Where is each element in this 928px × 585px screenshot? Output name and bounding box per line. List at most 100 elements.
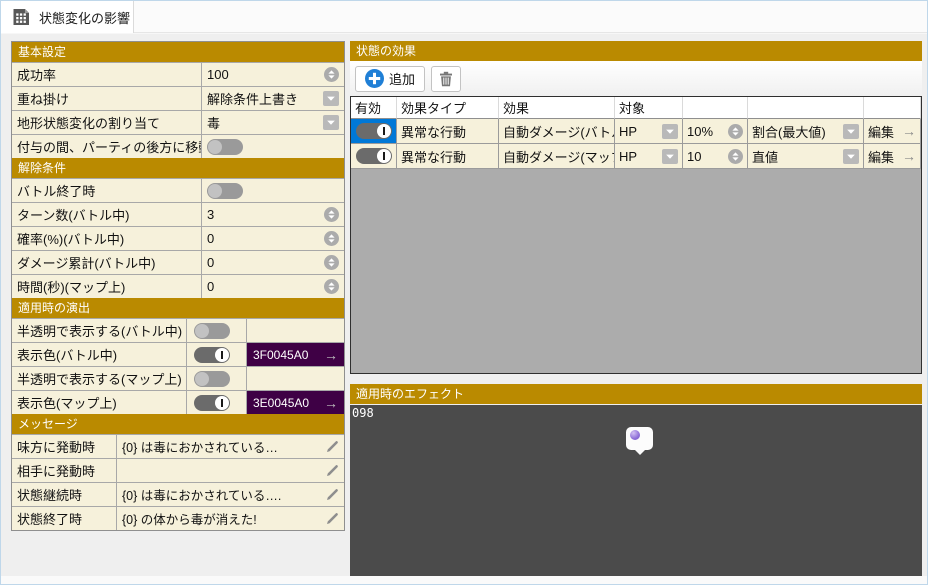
row-label: 味方に発動時 xyxy=(12,435,116,458)
enabled-cell[interactable] xyxy=(351,144,397,169)
color-value: 3F0045A0 xyxy=(253,348,308,362)
calc-dropdown[interactable]: 直値 xyxy=(748,144,864,169)
up-down-spinner-icon xyxy=(728,124,743,139)
add-effect-button[interactable]: 追加 xyxy=(355,66,425,92)
toggle-off[interactable] xyxy=(207,139,243,155)
settings-row: 成功率100 xyxy=(12,62,344,86)
settings-row: 重ね掛け解除条件上書き xyxy=(12,86,344,110)
amount-spinner[interactable]: 10 xyxy=(683,144,748,169)
enabled-cell[interactable] xyxy=(351,119,397,144)
settings-row: 確率(%)(バトル中)0 xyxy=(12,226,344,250)
color-swatch[interactable]: 3E0045A0 → xyxy=(246,391,344,414)
color-swatch[interactable]: 3F0045A0→ xyxy=(246,343,344,366)
dropdown-field[interactable]: 解除条件上書き xyxy=(201,87,344,110)
delete-effect-button[interactable] xyxy=(431,66,461,92)
up-down-spinner-icon xyxy=(728,149,743,164)
row-label: 半透明で表示する(マップ上) xyxy=(12,367,186,390)
target-dropdown[interactable]: HP xyxy=(615,144,683,169)
row-label: 相手に発動時 xyxy=(12,459,116,482)
row-label: 状態終了時 xyxy=(12,507,116,530)
settings-row: 相手に発動時 xyxy=(12,458,344,482)
settings-row: 状態終了時{0} の体から毒が消えた! xyxy=(12,506,344,530)
effect-type-cell: 異常な行動 xyxy=(397,119,499,144)
toggle-cell xyxy=(186,343,246,366)
effects-table: 有効効果タイプ効果対象異常な行動自動ダメージ(バトル中)HP10%割合(最大値)… xyxy=(350,96,922,374)
settings-row: 地形状態変化の割り当て毒 xyxy=(12,110,344,134)
dropdown-arrow-icon xyxy=(323,115,339,130)
arrow-right-icon: → xyxy=(324,395,338,411)
edit-label: 編集 xyxy=(868,122,894,141)
applied-effect-panel-header: 適用時のエフェクト xyxy=(350,384,922,404)
toggle-off[interactable] xyxy=(207,183,243,199)
effect-row[interactable]: 異常な行動自動ダメージ(マップ上)HP10直値編集→ xyxy=(351,144,921,169)
settings-row: 付与の間、パーティの後方に移動 xyxy=(12,134,344,158)
number-field[interactable]: 100 xyxy=(201,63,344,86)
message-field[interactable]: {0} は毒におかされている… xyxy=(116,435,344,458)
column-header: 有効 xyxy=(351,97,397,119)
toggle-cell xyxy=(186,319,246,342)
toggle-knob xyxy=(215,348,229,362)
settings-row: 状態継続時 {0} は毒におかされている…. xyxy=(12,482,344,506)
message-field[interactable]: {0} の体から毒が消えた! xyxy=(116,507,344,530)
toggle-off[interactable] xyxy=(194,323,230,339)
row-label: ターン数(バトル中) xyxy=(12,203,201,226)
number-field[interactable]: 3 xyxy=(201,203,344,226)
amount-value: 10% xyxy=(687,124,713,139)
effect-cell: 自動ダメージ(マップ上) xyxy=(499,144,615,169)
settings-row: バトル終了時 xyxy=(12,178,344,202)
effect-row[interactable]: 異常な行動自動ダメージ(バトル中)HP 10% 割合(最大値) 編集 → xyxy=(351,119,921,144)
edit-button[interactable]: 編集→ xyxy=(864,144,921,169)
effects-toolbar: 追加 xyxy=(350,61,922,96)
toggle-off[interactable] xyxy=(194,371,230,387)
toggle-knob xyxy=(208,184,222,198)
column-header: 効果タイプ xyxy=(397,97,499,119)
color-value: 3E0045A0 xyxy=(253,396,309,410)
settings-row: 半透明で表示する(マップ上) xyxy=(12,366,344,390)
number-field[interactable]: 0 xyxy=(201,275,344,298)
table-header-row: 有効効果タイプ効果対象 xyxy=(351,97,921,119)
calc-value: 割合(最大値) xyxy=(752,122,826,141)
row-label: 成功率 xyxy=(12,63,201,86)
target-dropdown[interactable]: HP xyxy=(615,119,683,144)
edit-button[interactable]: 編集 → xyxy=(864,119,921,144)
settings-row: 味方に発動時 {0} は毒におかされている… xyxy=(12,434,344,458)
dropdown-field[interactable]: 毒 xyxy=(201,111,344,134)
number-field[interactable]: 0 xyxy=(201,251,344,274)
settings-row: 表示色(バトル中)3F0045A0→ xyxy=(12,342,344,366)
arrow-right-icon: → xyxy=(902,123,916,139)
bottom-margin xyxy=(1,576,927,584)
toggle-knob xyxy=(195,324,209,338)
tab-state-change-effect[interactable]: 状態変化の影響 xyxy=(1,1,134,33)
amount-spinner[interactable]: 10% xyxy=(683,119,748,144)
toggle-on[interactable] xyxy=(194,395,230,411)
message-field[interactable] xyxy=(116,459,344,482)
up-down-spinner-icon xyxy=(324,255,339,270)
field-value: 3 xyxy=(207,207,214,222)
toggle-knob xyxy=(208,140,222,154)
row-label: 表示色(マップ上) xyxy=(12,391,186,414)
toggle-knob xyxy=(215,396,229,410)
toggle-on[interactable] xyxy=(356,123,392,139)
calc-dropdown[interactable]: 割合(最大値) xyxy=(748,119,864,144)
effect-type-cell: 異常な行動 xyxy=(397,144,499,169)
arrow-right-icon: → xyxy=(902,148,916,164)
effect-cell: 自動ダメージ(バトル中) xyxy=(499,119,615,144)
dropdown-arrow-icon xyxy=(662,124,678,139)
field-value: {0} は毒におかされている…. xyxy=(122,485,281,504)
toggle-on[interactable] xyxy=(194,347,230,363)
row-label: バトル終了時 xyxy=(12,179,201,202)
row-label: 状態継続時 xyxy=(12,483,116,506)
poison-orb-icon xyxy=(630,430,640,440)
number-field[interactable]: 0 xyxy=(201,227,344,250)
up-down-spinner-icon xyxy=(324,279,339,294)
pencil-icon xyxy=(326,512,339,525)
toggle-on[interactable] xyxy=(356,148,392,164)
speech-bubble-sprite xyxy=(626,427,653,450)
up-down-spinner-icon xyxy=(324,67,339,82)
toggle-cell xyxy=(186,367,246,390)
message-field[interactable]: {0} は毒におかされている…. xyxy=(116,483,344,506)
field-value: {0} は毒におかされている… xyxy=(122,437,278,456)
field-value: 解除条件上書き xyxy=(207,89,298,108)
settings-row: 半透明で表示する(バトル中) xyxy=(12,318,344,342)
section-header: 適用時の演出 xyxy=(12,298,344,318)
